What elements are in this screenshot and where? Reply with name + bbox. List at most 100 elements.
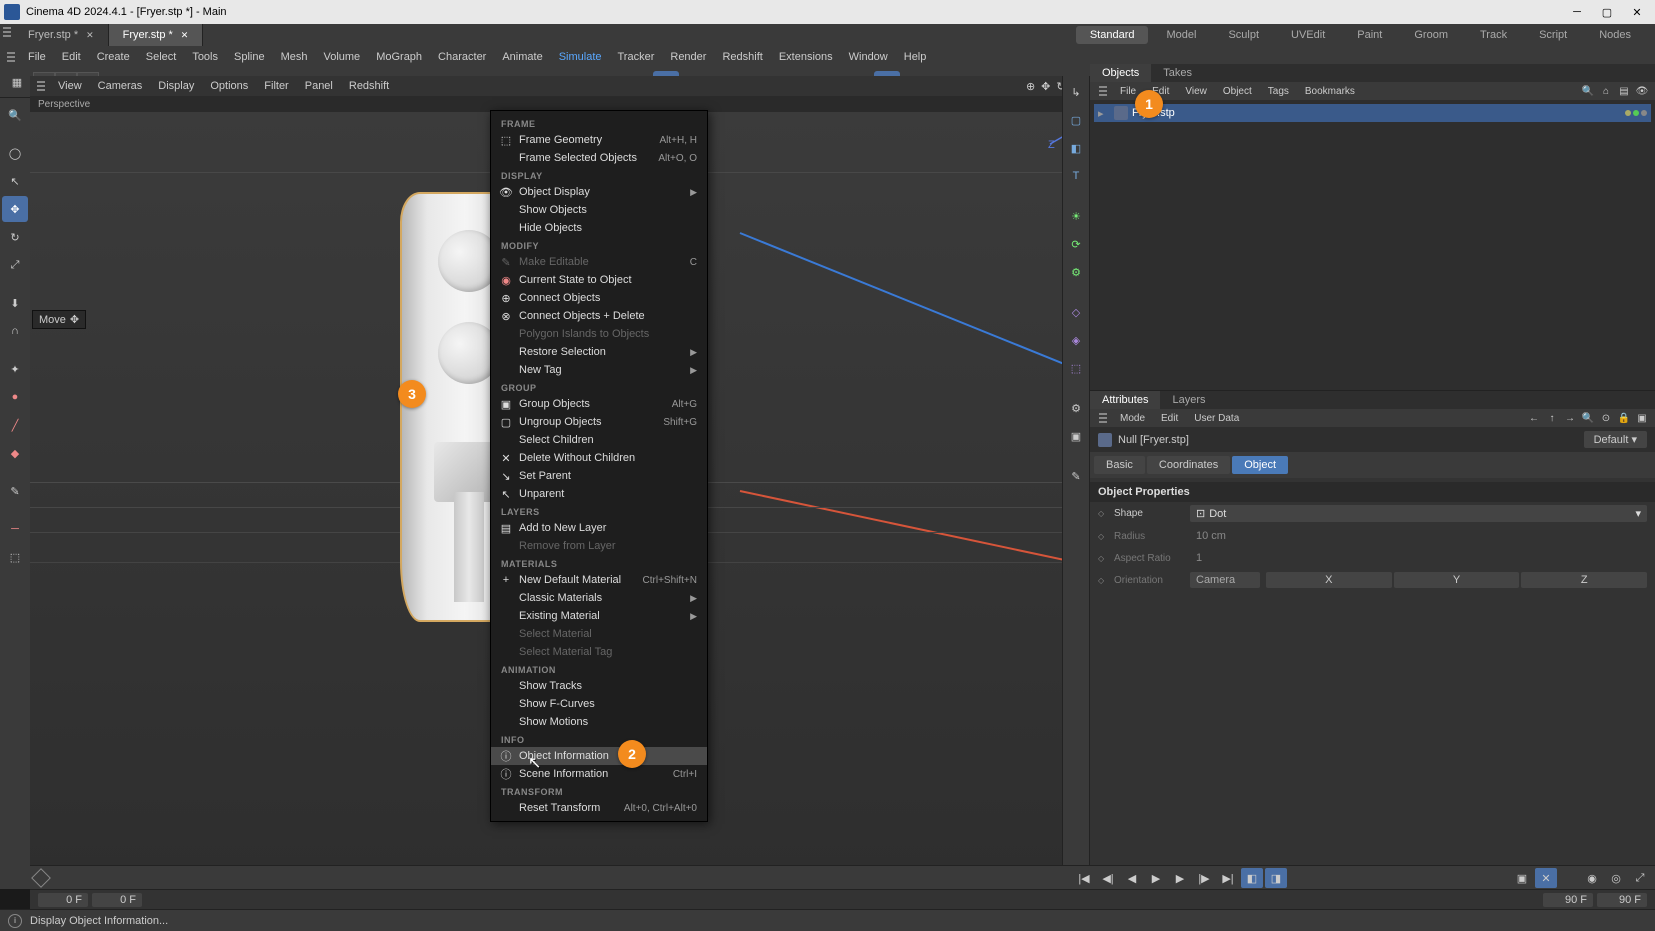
doc-tab-0[interactable]: Fryer.stp * ✕ <box>14 24 109 46</box>
ctx-item-current-state-to-object[interactable]: ◉Current State to Object <box>491 271 707 289</box>
axis-edit-icon[interactable]: ✦ <box>2 356 28 382</box>
vp-handle-icon[interactable] <box>34 78 48 94</box>
home-icon[interactable]: ⌂ <box>1599 84 1613 98</box>
tab-layers[interactable]: Layers <box>1160 391 1217 409</box>
poly-mode-icon[interactable]: ◆ <box>2 440 28 466</box>
tab-attributes[interactable]: Attributes <box>1090 391 1160 409</box>
attr-menu-userdata[interactable]: User Data <box>1188 413 1245 424</box>
vp-menu-cameras[interactable]: Cameras <box>90 80 151 92</box>
ctx-item-object-information[interactable]: ⓘObject Information <box>491 747 707 765</box>
uv-icon[interactable]: ⬚ <box>2 544 28 570</box>
menu-animate[interactable]: Animate <box>494 46 550 68</box>
ctx-item-reset-transform[interactable]: Reset TransformAlt+0, Ctrl+Alt+0 <box>491 799 707 817</box>
eye-icon[interactable]: 👁 <box>1635 84 1649 98</box>
rec2-button[interactable]: ◎ <box>1605 868 1627 888</box>
vp-menu-view[interactable]: View <box>50 80 90 92</box>
menu-character[interactable]: Character <box>430 46 494 68</box>
ctx-item-frame-selected-objects[interactable]: Frame Selected ObjectsAlt+O, O <box>491 149 707 167</box>
attr-mode-selector[interactable]: Default ▾ <box>1584 431 1647 448</box>
up-icon[interactable]: ↑ <box>1545 411 1559 425</box>
vp-menu-filter[interactable]: Filter <box>256 80 296 92</box>
point-mode-icon[interactable]: ● <box>2 384 28 410</box>
vp-zoom-icon[interactable]: ⊕ <box>1026 80 1035 93</box>
shape-dropdown[interactable]: ⊡ Dot▾ <box>1190 505 1647 522</box>
back-icon[interactable]: ← <box>1527 411 1541 425</box>
filter-icon[interactable]: ▤ <box>1617 84 1631 98</box>
minimize-button[interactable]: ─ <box>1563 3 1591 21</box>
live-select-icon[interactable]: ◯ <box>2 140 28 166</box>
expand-icon[interactable]: ▸ <box>1098 107 1110 120</box>
close-icon[interactable]: ✕ <box>86 30 94 41</box>
ctx-item-delete-without-children[interactable]: ✕Delete Without Children <box>491 449 707 467</box>
search-icon[interactable]: 🔍 <box>1581 84 1595 98</box>
menu-window[interactable]: Window <box>841 46 896 68</box>
tab-takes[interactable]: Takes <box>1151 64 1204 82</box>
ctx-item-show-objects[interactable]: Show Objects <box>491 201 707 219</box>
menu-render[interactable]: Render <box>662 46 714 68</box>
layout-tab-uvedit[interactable]: UVEdit <box>1277 26 1339 44</box>
menu-file[interactable]: File <box>20 46 54 68</box>
field-icon[interactable]: ◈ <box>1064 328 1088 352</box>
attr-tab-object[interactable]: Object <box>1232 456 1288 474</box>
goto-start-button[interactable]: |◀ <box>1073 868 1095 888</box>
ctx-item-add-to-new-layer[interactable]: ▤Add to New Layer <box>491 519 707 537</box>
attr-handle-icon[interactable] <box>1096 410 1110 426</box>
vp-menu-redshift[interactable]: Redshift <box>341 80 397 92</box>
vp-menu-options[interactable]: Options <box>202 80 256 92</box>
menu-select[interactable]: Select <box>138 46 185 68</box>
menu-simulate[interactable]: Simulate <box>551 46 610 68</box>
ctx-item-new-tag[interactable]: New Tag▶ <box>491 361 707 379</box>
obj-menu-object[interactable]: Object <box>1217 86 1258 97</box>
doc-tab-1[interactable]: Fryer.stp * ✕ <box>109 24 204 46</box>
ctx-item-object-display[interactable]: 👁Object Display▶ <box>491 183 707 201</box>
keyframe-icon[interactable] <box>31 868 51 888</box>
light-icon[interactable]: ☀ <box>1064 204 1088 228</box>
ctx-item-unparent[interactable]: ↖Unparent <box>491 485 707 503</box>
obj-menu-view[interactable]: View <box>1179 86 1213 97</box>
ctx-item-new-default-material[interactable]: +New Default MaterialCtrl+Shift+N <box>491 571 707 589</box>
layout-tab-track[interactable]: Track <box>1466 26 1521 44</box>
vp-menu-display[interactable]: Display <box>150 80 202 92</box>
new-icon[interactable]: ▣ <box>1635 411 1649 425</box>
ctx-item-show-tracks[interactable]: Show Tracks <box>491 677 707 695</box>
prev-key-button[interactable]: ◀| <box>1097 868 1119 888</box>
play-button[interactable]: ▶ <box>1145 868 1167 888</box>
obj-menu-tags[interactable]: Tags <box>1262 86 1295 97</box>
tree-row-fryer[interactable]: ▸ Fryer.stp <box>1094 104 1651 122</box>
fwd-icon[interactable]: → <box>1563 411 1577 425</box>
text-icon[interactable]: T <box>1064 164 1088 188</box>
camera-icon[interactable]: ⚙ <box>1064 396 1088 420</box>
menu-edit[interactable]: Edit <box>54 46 89 68</box>
ctx-item-frame-geometry[interactable]: ⬚Frame GeometryAlt+H, H <box>491 131 707 149</box>
move-tool-icon[interactable]: ✥ <box>2 196 28 222</box>
tag-display-icon[interactable] <box>1625 110 1631 116</box>
ctx-item-select-children[interactable]: Select Children <box>491 431 707 449</box>
close-icon[interactable]: ✕ <box>181 30 189 41</box>
layout-tab-standard[interactable]: Standard <box>1076 26 1149 44</box>
ctx-item-hide-objects[interactable]: Hide Objects <box>491 219 707 237</box>
vp-pan-icon[interactable]: ✥ <box>1041 80 1050 93</box>
scale-tool-icon[interactable]: ⤢ <box>2 252 28 278</box>
spline-gen-icon[interactable]: ⟳ <box>1064 232 1088 256</box>
placement-icon[interactable]: ⬇ <box>2 290 28 316</box>
range-end-input[interactable]: 90 F <box>1543 893 1593 907</box>
ctx-item-restore-selection[interactable]: Restore Selection▶ <box>491 343 707 361</box>
obj-handle-icon[interactable] <box>1096 83 1110 99</box>
project-end-input[interactable]: 90 F <box>1597 893 1647 907</box>
ctx-item-classic-materials[interactable]: Classic Materials▶ <box>491 589 707 607</box>
expand-timeline-button[interactable]: ⤢ <box>1629 868 1651 888</box>
brush-icon[interactable]: ✎ <box>2 478 28 504</box>
pin-icon[interactable]: ⊙ <box>1599 411 1613 425</box>
anim-dot-icon[interactable]: ◇ <box>1098 509 1108 518</box>
prev-frame-button[interactable]: ◀ <box>1121 868 1143 888</box>
object-tree[interactable]: ▸ Fryer.stp <box>1090 100 1655 390</box>
ctx-item-connect-objects-delete[interactable]: ⊗Connect Objects + Delete <box>491 307 707 325</box>
visibility-editor-dot[interactable] <box>1633 110 1639 116</box>
scene-icon[interactable]: ▣ <box>1064 424 1088 448</box>
attr-tab-coord[interactable]: Coordinates <box>1147 456 1230 474</box>
cube-prim-icon[interactable]: ◧ <box>1064 136 1088 160</box>
null-icon[interactable]: ↳ <box>1064 80 1088 104</box>
layout-tab-nodes[interactable]: Nodes <box>1585 26 1645 44</box>
menu-help[interactable]: Help <box>896 46 935 68</box>
menu-mograph[interactable]: MoGraph <box>368 46 430 68</box>
